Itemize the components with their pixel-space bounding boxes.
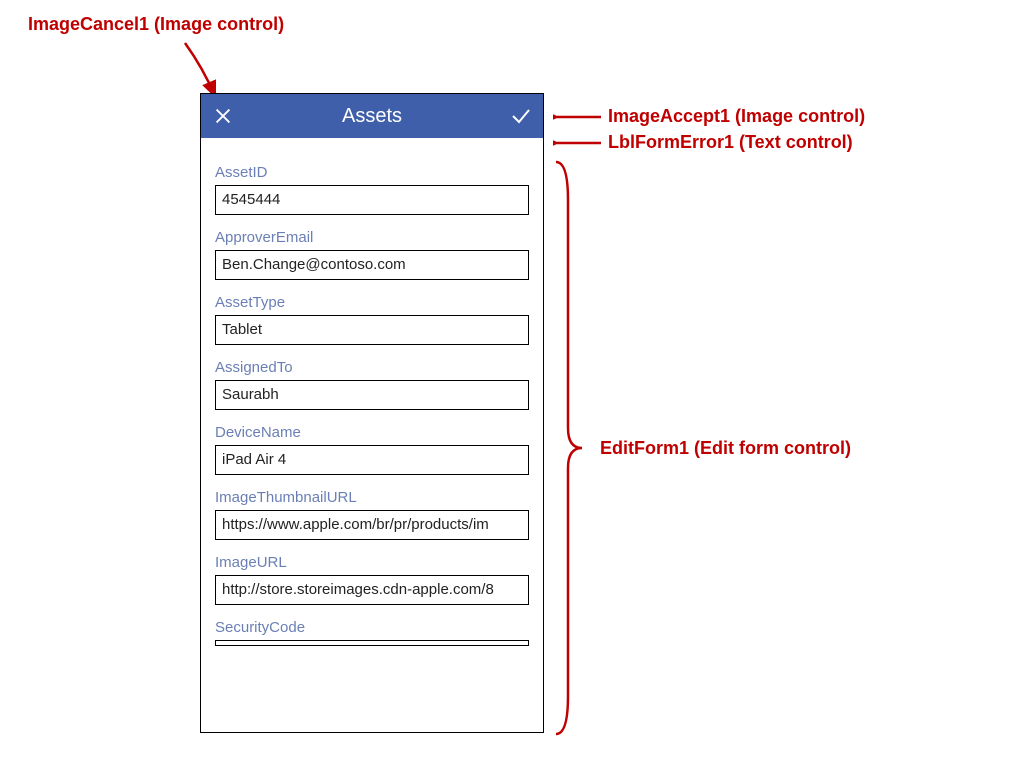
annotation-error: LblFormError1 (Text control) (608, 132, 853, 153)
field-imagethumbnailurl: ImageThumbnailURL https://www.apple.com/… (215, 489, 529, 540)
field-label: AssetType (215, 294, 529, 311)
field-label: AssetID (215, 164, 529, 181)
close-icon[interactable] (211, 104, 235, 128)
field-input[interactable]: iPad Air 4 (215, 445, 529, 475)
field-input[interactable]: Ben.Change@contoso.com (215, 250, 529, 280)
field-assettype: AssetType Tablet (215, 294, 529, 345)
annotation-editform: EditForm1 (Edit form control) (600, 438, 851, 459)
field-label: DeviceName (215, 424, 529, 441)
arrow-error (553, 134, 603, 154)
field-assignedto: AssignedTo Saurabh (215, 359, 529, 410)
field-input[interactable]: Tablet (215, 315, 529, 345)
field-approveremail: ApproverEmail Ben.Change@contoso.com (215, 229, 529, 280)
header-title: Assets (342, 105, 402, 128)
app-screen: Assets AssetID 4545444 ApproverEmail Ben… (200, 93, 544, 733)
field-devicename: DeviceName iPad Air 4 (215, 424, 529, 475)
field-input[interactable] (215, 640, 529, 646)
field-label: SecurityCode (215, 619, 529, 636)
field-assetid: AssetID 4545444 (215, 164, 529, 215)
field-label: AssignedTo (215, 359, 529, 376)
arrow-accept (553, 108, 603, 128)
field-securitycode: SecurityCode (215, 619, 529, 646)
field-label: ImageURL (215, 554, 529, 571)
brace-editform (552, 160, 588, 736)
field-label: ApproverEmail (215, 229, 529, 246)
field-input[interactable]: Saurabh (215, 380, 529, 410)
field-input[interactable]: http://store.storeimages.cdn-apple.com/8 (215, 575, 529, 605)
annotation-cancel: ImageCancel1 (Image control) (28, 14, 284, 35)
field-input[interactable]: 4545444 (215, 185, 529, 215)
app-header: Assets (201, 94, 543, 138)
field-imageurl: ImageURL http://store.storeimages.cdn-ap… (215, 554, 529, 605)
check-icon[interactable] (509, 104, 533, 128)
field-label: ImageThumbnailURL (215, 489, 529, 506)
edit-form: AssetID 4545444 ApproverEmail Ben.Change… (201, 144, 543, 646)
annotation-accept: ImageAccept1 (Image control) (608, 106, 865, 127)
field-input[interactable]: https://www.apple.com/br/pr/products/im (215, 510, 529, 540)
